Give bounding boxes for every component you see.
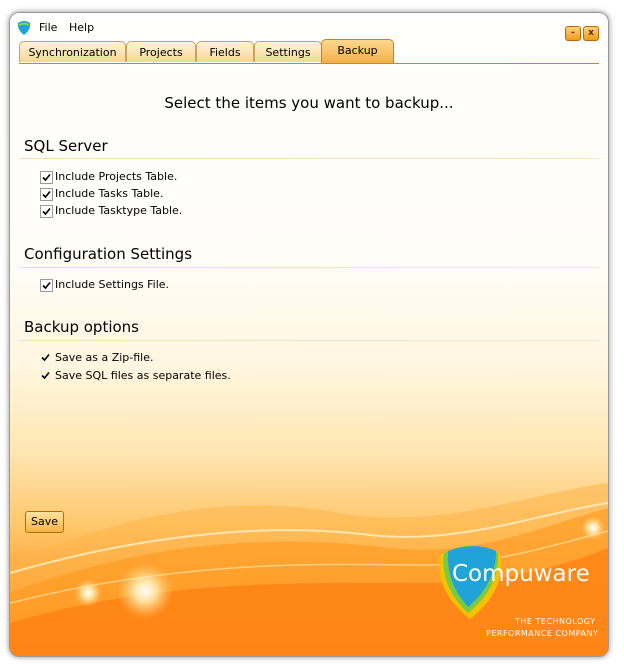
- checkbox-box[interactable]: [40, 188, 53, 201]
- title-bar: File Help - x: [10, 13, 608, 41]
- tab-projects[interactable]: Projects: [126, 41, 196, 62]
- checkmark-icon: [42, 207, 51, 216]
- section-title-sql-server: SQL Server: [24, 137, 108, 155]
- tab-backup[interactable]: Backup: [321, 39, 394, 63]
- checkmark-icon: [42, 190, 51, 199]
- checkbox-label: Include Projects Table.: [55, 170, 178, 183]
- section-title-backup-options: Backup options: [24, 318, 139, 336]
- tab-settings[interactable]: Settings: [254, 41, 322, 62]
- checkmark-icon: [41, 371, 50, 380]
- tab-bar: Synchronization Projects Fields Settings…: [19, 39, 599, 64]
- checkbox-box[interactable]: [40, 279, 53, 292]
- checkbox-label: Include Tasks Table.: [55, 187, 164, 200]
- checkbox-label: Save SQL files as separate files.: [55, 369, 231, 382]
- save-button[interactable]: Save: [25, 511, 64, 533]
- logo-tagline-2: Performance Company: [486, 629, 599, 638]
- checkbox-box[interactable]: [40, 171, 53, 184]
- app-window: File Help - x Synchronization Projects F…: [9, 12, 609, 657]
- checkbox-label: Save as a Zip-file.: [55, 351, 154, 364]
- tab-fields[interactable]: Fields: [196, 41, 254, 62]
- section-divider: [19, 267, 599, 268]
- page-title: Select the items you want to backup...: [164, 94, 454, 112]
- tab-synchronization[interactable]: Synchronization: [19, 41, 126, 62]
- menu-help[interactable]: Help: [69, 21, 94, 34]
- checkbox-box[interactable]: [40, 205, 53, 218]
- app-logo-icon: [16, 20, 32, 36]
- checkmark-icon: [42, 281, 51, 290]
- checkbox-label: Include Tasktype Table.: [55, 204, 183, 217]
- section-divider: [19, 340, 599, 341]
- menu-file[interactable]: File: [39, 21, 57, 34]
- checkmark-icon: [42, 173, 51, 182]
- checkbox-box[interactable]: [40, 370, 51, 381]
- logo-wordmark: Compuware: [452, 561, 590, 587]
- checkbox-label: Include Settings File.: [55, 278, 170, 291]
- checkbox-box[interactable]: [40, 352, 51, 363]
- logo-tagline-1: The Technology: [515, 617, 596, 626]
- section-title-configuration: Configuration Settings: [24, 245, 193, 263]
- section-divider: [19, 158, 599, 159]
- checkmark-icon: [41, 353, 50, 362]
